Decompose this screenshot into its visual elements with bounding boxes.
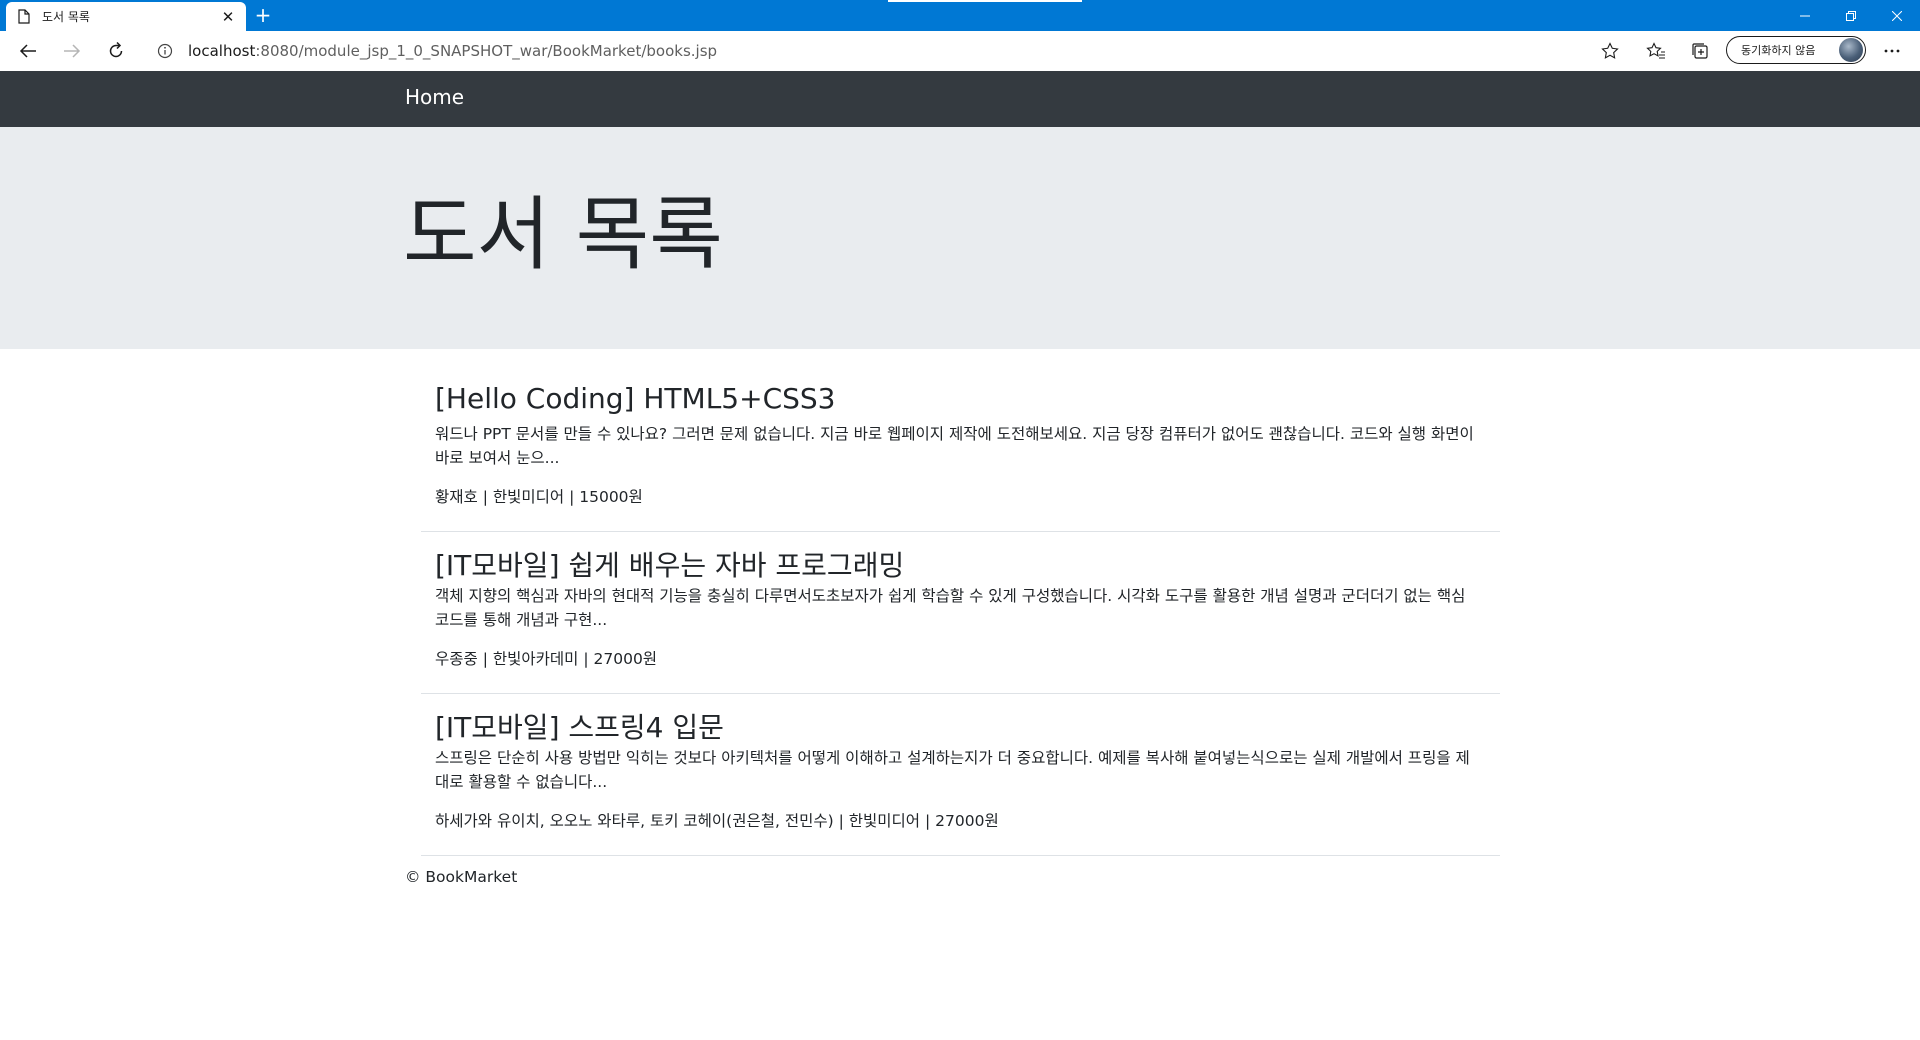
favorite-star-icon[interactable] [1594,35,1626,67]
collections-icon[interactable] [1684,35,1716,67]
browser-toolbar: localhost:8080/module_jsp_1_0_SNAPSHOT_w… [0,31,1920,72]
window-drag-indicator [888,0,1082,2]
back-icon[interactable] [12,35,44,67]
window-controls [1782,0,1920,31]
home-link[interactable]: Home [405,85,464,109]
close-tab-icon[interactable]: ✕ [218,7,238,27]
book-title: [Hello Coding] HTML5+CSS3 [435,382,836,415]
footer-copyright: © BookMarket [405,868,518,886]
sync-status-label: 동기화하지 않음 [1741,44,1816,57]
profile-sync-button[interactable]: 동기화하지 않음 [1726,36,1866,64]
jumbotron: 도서 목록 [0,127,1920,349]
minimize-icon[interactable] [1782,0,1828,31]
book-item: [Hello Coding] HTML5+CSS3 워드나 PPT 문서를 만들… [421,370,1500,532]
browser-tab-strip: 도서 목록 ✕ + [0,0,1920,31]
avatar [1839,38,1863,62]
close-window-icon[interactable] [1874,0,1920,31]
refresh-icon[interactable] [100,35,132,67]
browser-tab[interactable]: 도서 목록 ✕ [6,2,246,31]
book-item: [IT모바일] 스프링4 입문 스프링은 단순히 사용 방법만 익히는 것보다 … [421,694,1500,856]
book-title: [IT모바일] 스프링4 입문 [435,711,724,744]
address-bar[interactable]: localhost:8080/module_jsp_1_0_SNAPSHOT_w… [144,35,1628,67]
new-tab-icon[interactable]: + [252,4,274,26]
book-description: 워드나 PPT 문서를 만들 수 있나요? 그러면 문제 없습니다. 지금 바로… [435,425,1474,467]
page-title: 도서 목록 [403,188,723,281]
book-description: 스프링은 단순히 사용 방법만 익히는 것보다 아키텍처를 어떻게 이해하고 설… [435,749,1470,791]
favorites-icon[interactable] [1640,35,1672,67]
page-icon [18,9,32,25]
book-item: [IT모바일] 쉽게 배우는 자바 프로그래밍 객체 지향의 핵심과 자바의 현… [421,532,1500,694]
book-title: [IT모바일] 쉽게 배우는 자바 프로그래밍 [435,549,905,582]
site-info-icon[interactable] [156,42,174,60]
book-list: [Hello Coding] HTML5+CSS3 워드나 PPT 문서를 만들… [421,370,1500,856]
tab-title: 도서 목록 [42,10,90,24]
url-path: :8080/module_jsp_1_0_SNAPSHOT_war/BookMa… [255,42,718,60]
book-description: 객체 지향의 핵심과 자바의 현대적 기능을 충실히 다루면서도초보자가 쉽게 … [435,587,1466,629]
restore-icon[interactable] [1828,0,1874,31]
book-meta: 우종중 | 한빛아카데미 | 27000원 [435,650,658,668]
url-text[interactable]: localhost:8080/module_jsp_1_0_SNAPSHOT_w… [188,42,1594,60]
url-host: localhost [188,42,256,60]
site-navbar: Home [0,71,1920,127]
book-meta: 황재호 | 한빛미디어 | 15000원 [435,488,643,506]
forward-icon[interactable] [56,35,88,67]
more-options-icon[interactable] [1876,35,1908,67]
book-meta: 하세가와 유이치, 오오노 와타루, 토키 코헤이(권은철, 전민수) | 한빛… [435,812,999,830]
